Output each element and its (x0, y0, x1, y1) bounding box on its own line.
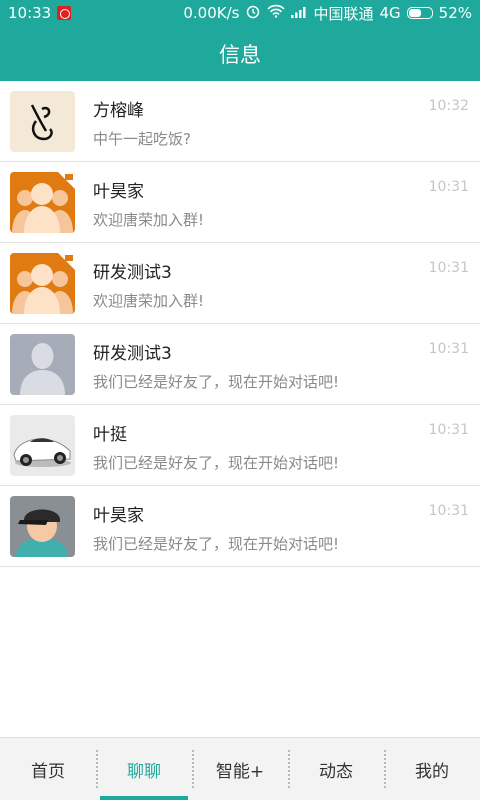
tab-label: 首页 (31, 761, 65, 782)
battery-percent: 52% (438, 4, 472, 22)
app-notification-icon (57, 6, 72, 20)
tab-moments[interactable]: 动态 (288, 738, 384, 800)
tab-label: 聊聊 (127, 761, 161, 782)
conversation-item[interactable]: 叶昊家 我们已经是好友了，现在开始对话吧! 10:31 (0, 486, 480, 567)
battery-icon (406, 7, 433, 19)
cap-person-avatar (10, 496, 75, 557)
tab-label: 动态 (319, 761, 353, 782)
conversation-time: 10:31 (428, 179, 469, 195)
bottom-tab-bar: 首页 聊聊 智能+ 动态 我的 (0, 737, 480, 800)
conversation-message: 我们已经是好友了，现在开始对话吧! (93, 535, 340, 553)
conversation-name: 叶昊家 (93, 182, 144, 202)
group-avatar (10, 253, 75, 314)
conversation-time: 10:31 (428, 260, 469, 276)
conversation-name: 研发测试3 (93, 344, 172, 364)
conversation-time: 10:31 (428, 341, 469, 357)
signal-icon (291, 4, 307, 22)
title-bar: 信息 (0, 26, 480, 81)
conversation-item[interactable]: 研发测试3 我们已经是好友了，现在开始对话吧! 10:31 (0, 324, 480, 405)
page-title: 信息 (219, 42, 261, 67)
sports-car-avatar (10, 415, 75, 476)
wifi-icon (267, 4, 286, 22)
conversation-item[interactable]: 方榕峰 中午一起吃饭? 10:32 (0, 81, 480, 162)
alarm-icon (245, 3, 261, 23)
network-type: 4G (379, 4, 401, 22)
conversation-message: 欢迎唐荣加入群! (93, 292, 205, 310)
network-speed: 0.00K/s (183, 4, 240, 22)
status-bar: 10:33 0.00K/s 中国联通 4G 52% (0, 0, 480, 26)
conversation-name: 叶昊家 (93, 506, 144, 526)
status-time: 10:33 (8, 4, 52, 22)
conversation-name: 研发测试3 (93, 263, 172, 283)
conversation-list: 方榕峰 中午一起吃饭? 10:32 叶昊家 欢迎唐荣加入群! 10:31 研发测… (0, 81, 480, 567)
conversation-time: 10:31 (428, 422, 469, 438)
conversation-item[interactable]: 叶昊家 欢迎唐荣加入群! 10:31 (0, 162, 480, 243)
conversation-name: 叶挺 (93, 425, 127, 445)
tab-home[interactable]: 首页 (0, 738, 96, 800)
conversation-name: 方榕峰 (93, 101, 144, 121)
conversation-message: 我们已经是好友了，现在开始对话吧! (93, 373, 340, 391)
tab-me[interactable]: 我的 (384, 738, 480, 800)
conversation-item[interactable]: 研发测试3 欢迎唐荣加入群! 10:31 (0, 243, 480, 324)
tab-label: 我的 (415, 761, 449, 782)
conversation-item[interactable]: 叶挺 我们已经是好友了，现在开始对话吧! 10:31 (0, 405, 480, 486)
group-avatar (10, 172, 75, 233)
conversation-time: 10:31 (428, 503, 469, 519)
default-person-avatar (10, 334, 75, 395)
conversation-message: 欢迎唐荣加入群! (93, 211, 205, 229)
conversation-message: 我们已经是好友了，现在开始对话吧! (93, 454, 340, 472)
carrier-name: 中国联通 (313, 4, 374, 23)
conversation-message: 中午一起吃饭? (93, 130, 191, 148)
calligraphy-avatar (10, 91, 75, 152)
conversation-time: 10:32 (428, 98, 469, 114)
tab-label: 智能+ (215, 761, 265, 782)
tab-smart[interactable]: 智能+ (192, 738, 288, 800)
tab-chat[interactable]: 聊聊 (96, 738, 192, 800)
